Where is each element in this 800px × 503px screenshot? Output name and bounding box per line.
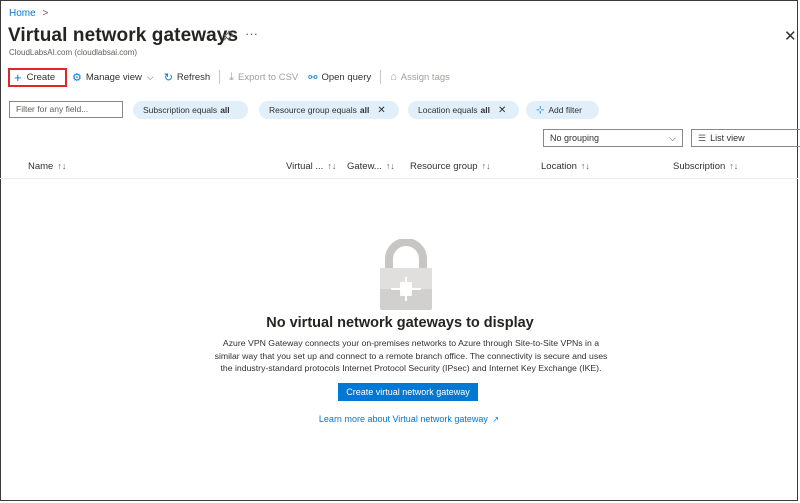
empty-state-title: No virtual network gateways to display <box>266 315 534 331</box>
manage-view-button[interactable]: ⚙ Manage view ⌵ <box>67 66 159 88</box>
sort-icon: ↑↓ <box>580 161 590 171</box>
query-icon: ⚯ <box>308 71 318 84</box>
grouping-value: No grouping <box>550 133 600 143</box>
sort-icon: ↑↓ <box>481 161 491 171</box>
learn-more-link[interactable]: Learn more about Virtual network gateway… <box>0 414 800 424</box>
filter-pill-value: all <box>359 105 370 115</box>
chevron-down-icon: ⌵ <box>669 132 676 143</box>
create-virtual-network-gateway-button[interactable]: Create virtual network gateway <box>338 383 478 401</box>
filter-pill-label: Location equals <box>418 105 478 115</box>
plus-icon: + <box>14 69 22 85</box>
column-label: Gatew... <box>347 161 382 172</box>
column-label: Resource group <box>410 161 478 172</box>
column-header-subscription[interactable]: Subscription ↑↓ <box>673 161 738 172</box>
create-label: Create <box>26 71 56 83</box>
toolbar-divider <box>380 70 382 84</box>
list-icon: ☰ <box>698 132 707 143</box>
remove-filter-icon[interactable]: ✕ <box>498 105 506 116</box>
list-view-dropdown[interactable]: ☰ List view <box>691 129 800 147</box>
column-header-name[interactable]: Name ↑↓ <box>28 161 66 172</box>
pin-icon[interactable] <box>222 30 234 45</box>
close-icon[interactable]: ✕ <box>784 27 797 45</box>
tag-icon: ⌂ <box>390 71 397 83</box>
refresh-button[interactable]: ↻ Refresh <box>159 66 215 88</box>
sort-icon: ↑↓ <box>327 161 337 171</box>
add-filter-button[interactable]: ⊹ Add filter <box>526 101 599 119</box>
table-header: Name ↑↓ Virtual ... ↑↓ Gatew... ↑↓ Resource… <box>0 158 798 179</box>
export-csv-label: Export to CSV <box>238 71 299 83</box>
filter-pill-label: Resource group equals <box>269 105 357 115</box>
filter-pill-value: all <box>220 105 230 115</box>
manage-view-label: Manage view <box>85 71 142 83</box>
sort-icon: ↑↓ <box>729 161 739 171</box>
column-label: Subscription <box>673 161 726 172</box>
download-icon: ⤓ <box>229 70 235 83</box>
column-label: Name <box>28 161 54 172</box>
create-button[interactable]: + Create <box>8 67 67 87</box>
chevron-down-icon: ⌵ <box>146 71 154 82</box>
column-header-resource-group[interactable]: Resource group ↑↓ <box>410 161 491 172</box>
column-label: Virtual ... <box>286 161 324 172</box>
column-header-virtual-network[interactable]: Virtual ... ↑↓ <box>286 161 336 172</box>
open-query-label: Open query <box>321 71 372 83</box>
gear-icon: ⚙ <box>72 71 82 84</box>
column-header-location[interactable]: Location ↑↓ <box>541 161 590 172</box>
column-label: Location <box>541 161 577 172</box>
filter-pill-subscription[interactable]: Subscription equals all <box>133 101 248 119</box>
vpn-gateway-lock-icon <box>378 238 434 316</box>
grouping-dropdown[interactable]: No grouping ⌵ <box>543 129 683 147</box>
add-filter-icon: ⊹ <box>536 104 545 116</box>
export-csv-button[interactable]: ⤓ Export to CSV <box>224 66 303 88</box>
filter-pill-location[interactable]: Location equals all ✕ <box>408 101 519 119</box>
chevron-right-icon: > <box>42 8 49 19</box>
sort-icon: ↑↓ <box>385 161 395 171</box>
assign-tags-label: Assign tags <box>400 71 450 83</box>
open-query-button[interactable]: ⚯ Open query <box>303 66 376 88</box>
add-filter-label: Add filter <box>548 105 582 115</box>
remove-filter-icon[interactable]: ✕ <box>377 105 385 116</box>
page-title: Virtual network gateways <box>8 25 239 46</box>
breadcrumb-home-link[interactable]: Home <box>9 8 36 19</box>
refresh-icon: ↻ <box>163 71 173 84</box>
filter-pill-value: all <box>480 105 490 115</box>
learn-more-label: Learn more about Virtual network gateway <box>318 414 488 424</box>
assign-tags-button[interactable]: ⌂ Assign tags <box>385 66 455 88</box>
empty-state-description: Azure VPN Gateway connects your on-premi… <box>214 338 608 373</box>
list-view-value: List view <box>710 133 745 143</box>
directory-subtitle: CloudLabsAI.com (cloudlabsai.com) <box>9 48 138 57</box>
breadcrumb: Home > <box>9 8 48 19</box>
column-header-gateway[interactable]: Gatew... ↑↓ <box>347 161 395 172</box>
filter-input[interactable]: Filter for any field... <box>9 101 123 118</box>
filter-pill-label: Subscription equals <box>143 105 218 115</box>
refresh-label: Refresh <box>176 71 211 83</box>
external-link-icon: ↗ <box>492 415 500 424</box>
more-options-icon[interactable]: ··· <box>245 26 258 41</box>
filter-pill-resource-group[interactable]: Resource group equals all ✕ <box>259 101 399 119</box>
toolbar-divider <box>219 70 221 84</box>
sort-icon: ↑↓ <box>57 161 67 171</box>
command-bar: + Create ⚙ Manage view ⌵ ↻ Refresh ⤓ Exp… <box>8 66 455 88</box>
